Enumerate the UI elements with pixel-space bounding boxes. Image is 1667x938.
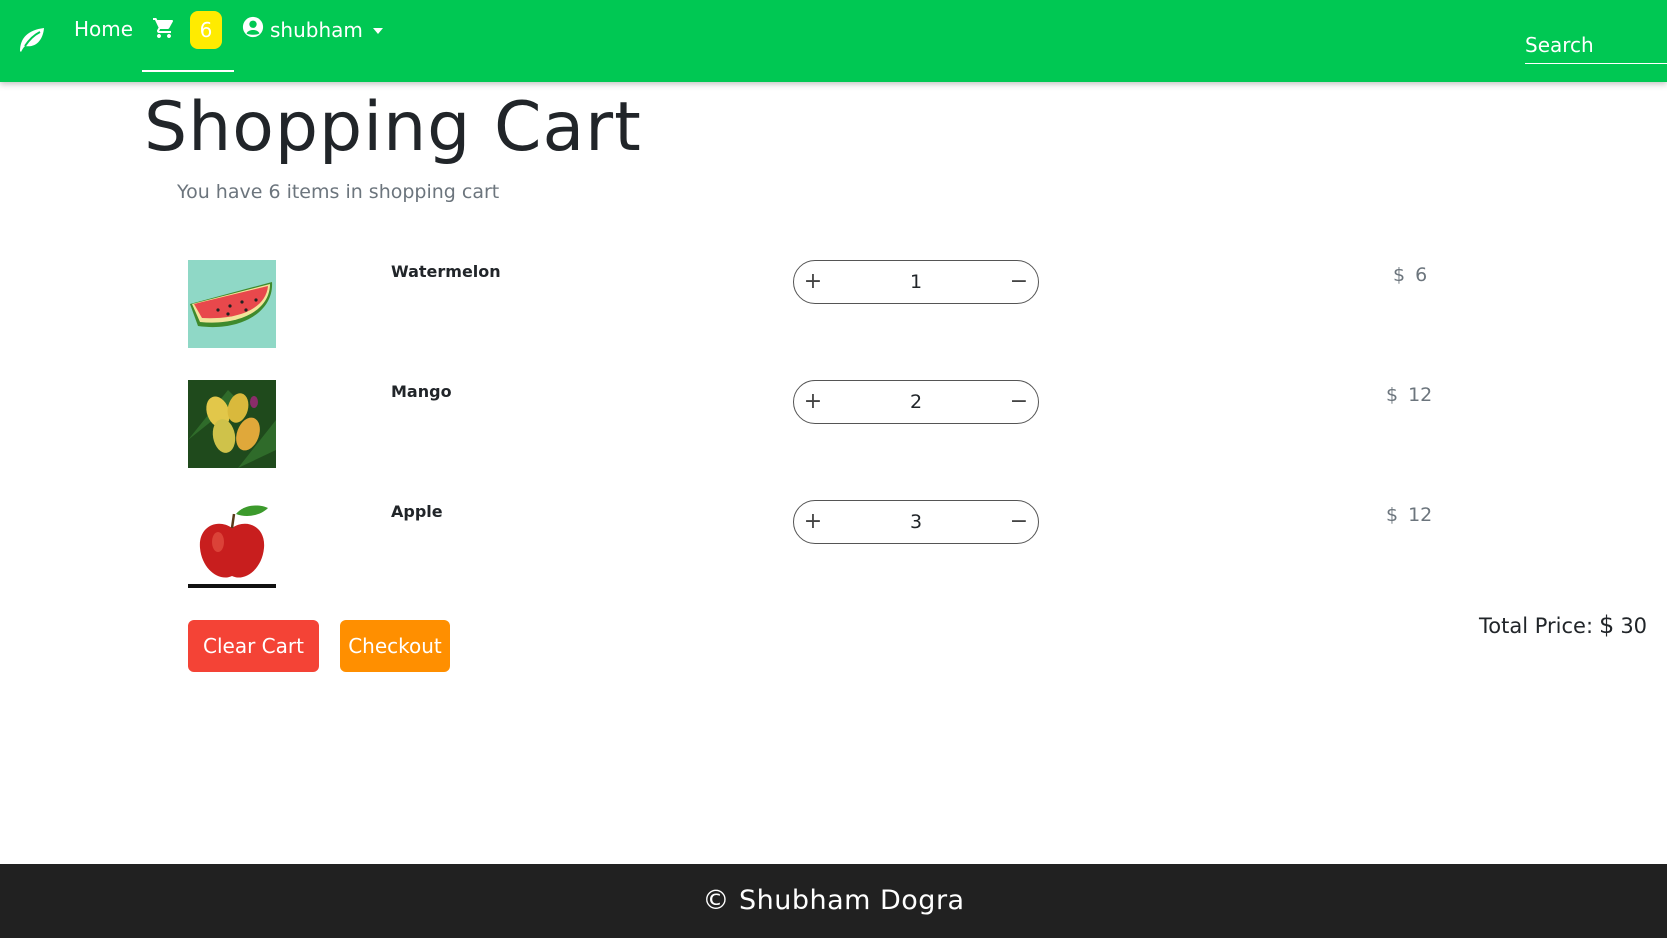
quantity-stepper: + 2 − xyxy=(793,380,1039,424)
quantity-stepper: + 3 − xyxy=(793,500,1039,544)
item-name: Apple xyxy=(391,502,443,521)
currency-symbol: $ xyxy=(1393,264,1406,286)
increase-quantity-button[interactable]: + xyxy=(800,269,826,295)
price-value: 6 xyxy=(1415,264,1428,286)
quantity-stepper: + 1 − xyxy=(793,260,1039,304)
clear-cart-button[interactable]: Clear Cart xyxy=(188,620,319,672)
price-value: 12 xyxy=(1408,384,1433,406)
user-circle-icon xyxy=(242,16,264,38)
currency-symbol: $ xyxy=(1386,384,1399,406)
increase-quantity-button[interactable]: + xyxy=(800,389,826,415)
item-name: Watermelon xyxy=(391,262,501,281)
total-label: Total Price: xyxy=(1479,614,1594,638)
checkout-button[interactable]: Checkout xyxy=(340,620,450,672)
total-currency-symbol: $ xyxy=(1599,611,1615,639)
apple-image xyxy=(188,500,276,588)
increase-quantity-button[interactable]: + xyxy=(800,509,826,535)
item-price: $12 xyxy=(1386,384,1432,406)
cart-item: Mango + 2 − $12 xyxy=(0,380,1667,470)
quantity-value: 1 xyxy=(909,271,923,293)
nav-cart-link[interactable]: 6 xyxy=(142,0,234,72)
user-name: shubham xyxy=(270,18,363,42)
cart-count-badge: 6 xyxy=(190,11,222,49)
decrease-quantity-button[interactable]: − xyxy=(1006,509,1032,535)
item-price: $6 xyxy=(1393,264,1427,286)
total-price: Total Price: $30 xyxy=(1479,611,1647,639)
cart-item: Apple + 3 − $12 xyxy=(0,500,1667,590)
price-value: 12 xyxy=(1408,504,1433,526)
quantity-value: 3 xyxy=(909,511,923,533)
footer-copyright: © Shubham Dogra xyxy=(702,885,965,916)
page-title: Shopping Cart xyxy=(144,88,642,167)
decrease-quantity-button[interactable]: − xyxy=(1006,389,1032,415)
chevron-down-icon xyxy=(372,28,383,34)
item-name: Mango xyxy=(391,382,452,401)
cart-item: Watermelon + 1 − $6 xyxy=(0,260,1667,350)
user-menu-dropdown[interactable]: shubham xyxy=(242,16,383,43)
nav-home-link[interactable]: Home xyxy=(74,17,133,41)
leaf-logo-icon[interactable] xyxy=(16,24,46,54)
mango-image xyxy=(188,380,276,468)
item-price: $12 xyxy=(1386,504,1432,526)
watermelon-image xyxy=(188,260,276,348)
footer: © Shubham Dogra xyxy=(0,864,1667,938)
currency-symbol: $ xyxy=(1386,504,1399,526)
navbar: Home 6 shubham xyxy=(0,0,1667,82)
decrease-quantity-button[interactable]: − xyxy=(1006,269,1032,295)
total-value: 30 xyxy=(1620,614,1648,638)
cart-icon xyxy=(153,18,174,38)
cart-summary-text: You have 6 items in shopping cart xyxy=(177,181,500,203)
search-input[interactable] xyxy=(1525,26,1667,64)
quantity-value: 2 xyxy=(909,391,923,413)
